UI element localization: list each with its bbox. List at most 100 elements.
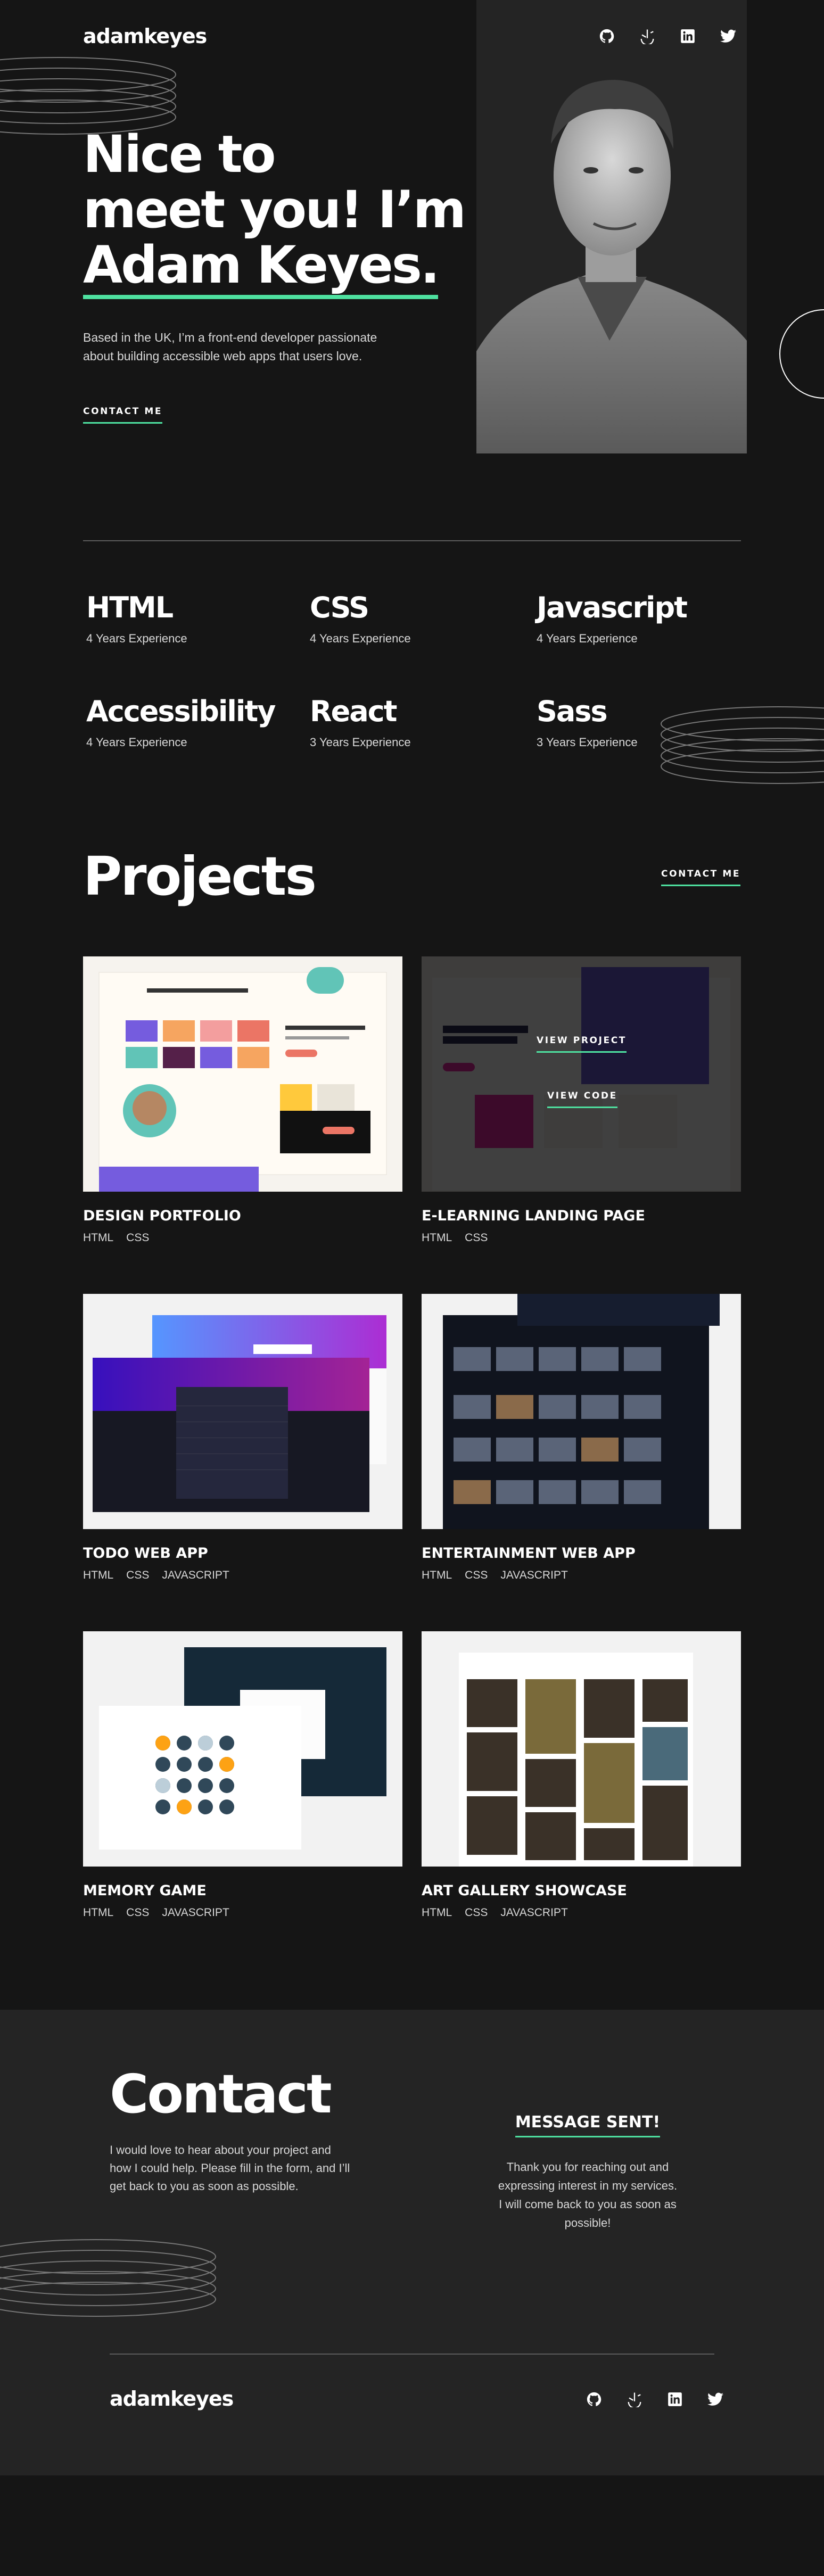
todo-preview [83,1294,402,1529]
project-card[interactable]: TODO WEB APP HTML CSS JAVASCRIPT [83,1294,402,1582]
skill-item: Javascript 4 Years Experience [537,591,688,646]
design-portfolio-preview [83,956,402,1192]
skill-name: Javascript [537,591,688,624]
view-code-button[interactable]: VIEW CODE [547,1091,617,1108]
message-sent-panel: MESSAGE SENT! Thank you for reaching out… [455,2113,721,2232]
project-thumbnail[interactable]: VIEW PROJECT VIEW CODE [422,956,741,1192]
skill-item: CSS 4 Years Experience [310,591,411,646]
frontend-mentor-icon[interactable] [639,28,656,45]
project-thumbnail[interactable] [83,1631,402,1867]
projects-contact-button[interactable]: CONTACT ME [661,869,741,886]
project-tag: JAVASCRIPT [162,1906,229,1919]
hero-description: Based in the UK, I’m a front-end develop… [83,328,424,366]
project-card[interactable]: ENTERTAINMENT WEB APP HTML CSS JAVASCRIP… [422,1294,741,1582]
contact-description-line-2: how I could help. Please fill in the for… [110,2161,350,2175]
project-tag: HTML [422,1569,452,1581]
project-card[interactable]: ART GALLERY SHOWCASE HTML CSS JAVASCRIPT [422,1631,741,1919]
profile-photo-panel [476,0,747,453]
skill-experience: 4 Years Experience [310,632,411,645]
project-tag: HTML [83,1569,114,1581]
social-links [598,28,737,45]
skill-experience: 3 Years Experience [310,736,411,749]
github-icon[interactable] [598,28,615,45]
rings-decoration [661,706,824,784]
hero-description-line-2: about building accessible web apps that … [83,349,362,363]
hero-line-2: meet you! I’m [83,180,466,240]
skill-item: React 3 Years Experience [310,695,411,749]
entertainment-preview [422,1294,741,1529]
hero-heading: Nice to meet you! I’m Adam Keyes. [83,127,466,299]
section-divider [83,540,741,541]
project-name: TODO WEB APP [83,1545,208,1562]
hero-name: Adam Keyes. [83,235,440,299]
skill-name: CSS [310,591,369,624]
project-name: DESIGN PORTFOLIO [83,1208,241,1224]
message-sent-line-1: Thank you for reaching out and [506,2160,669,2174]
project-name: ENTERTAINMENT WEB APP [422,1545,636,1562]
project-tag: HTML [83,1232,114,1244]
skill-name: HTML [86,591,174,624]
project-tag: JAVASCRIPT [500,1906,568,1919]
project-card[interactable]: DESIGN PORTFOLIO HTML CSS [83,956,402,1244]
project-tag: JAVASCRIPT [162,1569,229,1581]
message-sent-title: MESSAGE SENT! [515,2113,661,2137]
message-sent-body: Thank you for reaching out and expressin… [455,2158,721,2232]
project-thumbnail[interactable] [83,956,402,1192]
memory-game-preview [83,1631,402,1867]
message-sent-line-4: possible! [564,2216,611,2230]
contact-description-line-3: get back to you as soon as possible. [110,2179,299,2193]
project-tag: CSS [126,1232,150,1244]
message-sent-line-2: expressing interest in my services. [498,2179,678,2192]
project-tag: CSS [126,1569,150,1581]
footer-logo[interactable]: adamkeyes [110,2387,234,2410]
skill-name: Accessibility [86,695,276,728]
skill-item: Sass 3 Years Experience [537,695,638,749]
project-thumbnail[interactable] [83,1294,402,1529]
twitter-icon[interactable] [707,2391,724,2408]
skill-experience: 4 Years Experience [86,632,187,645]
view-project-button[interactable]: VIEW PROJECT [537,1035,627,1053]
project-tags: HTML CSS [422,1232,741,1244]
site-logo[interactable]: adamkeyes [83,24,207,48]
project-tag: JAVASCRIPT [500,1569,568,1581]
contact-description-line-1: I would love to hear about your project … [110,2143,331,2157]
art-gallery-preview [422,1631,741,1867]
skill-name: Sass [537,695,608,728]
rings-decoration [0,2239,216,2317]
hero-contact-button[interactable]: CONTACT ME [83,406,163,424]
profile-photo [476,80,747,453]
project-card[interactable]: VIEW PROJECT VIEW CODE E-LEARNING LANDIN… [422,956,741,1244]
project-card[interactable]: MEMORY GAME HTML CSS JAVASCRIPT [83,1631,402,1919]
project-tag: HTML [422,1232,452,1244]
project-tag: CSS [465,1569,488,1581]
project-name: E-LEARNING LANDING PAGE [422,1208,645,1224]
linkedin-icon[interactable] [666,2391,683,2408]
footer-divider [110,2354,714,2355]
circle-decoration [779,309,824,399]
project-tag: CSS [465,1232,488,1244]
project-hover-overlay [422,956,741,1192]
project-thumbnail[interactable] [422,1631,741,1867]
project-tags: HTML CSS JAVASCRIPT [422,1906,741,1919]
footer-social-links [586,2391,724,2408]
message-sent-line-3: I will come back to you as soon as [499,2198,677,2211]
project-tags: HTML CSS JAVASCRIPT [83,1906,402,1919]
skill-item: HTML 4 Years Experience [86,591,187,646]
project-tag: CSS [126,1906,150,1919]
linkedin-icon[interactable] [679,28,696,45]
skill-experience: 3 Years Experience [537,736,638,749]
project-tags: HTML CSS [83,1232,402,1244]
hero-description-line-1: Based in the UK, I’m a front-end develop… [83,331,377,344]
project-name: ART GALLERY SHOWCASE [422,1883,627,1899]
frontend-mentor-icon[interactable] [626,2391,643,2408]
project-tag: HTML [422,1906,452,1919]
project-thumbnail[interactable] [422,1294,741,1529]
skill-name: React [310,695,397,728]
skill-item: Accessibility 4 Years Experience [86,695,276,749]
skill-experience: 4 Years Experience [537,632,638,645]
project-name: MEMORY GAME [83,1883,207,1899]
project-tags: HTML CSS JAVASCRIPT [83,1569,402,1582]
twitter-icon[interactable] [720,28,737,45]
contact-title: Contact [110,2063,332,2125]
github-icon[interactable] [586,2391,603,2408]
